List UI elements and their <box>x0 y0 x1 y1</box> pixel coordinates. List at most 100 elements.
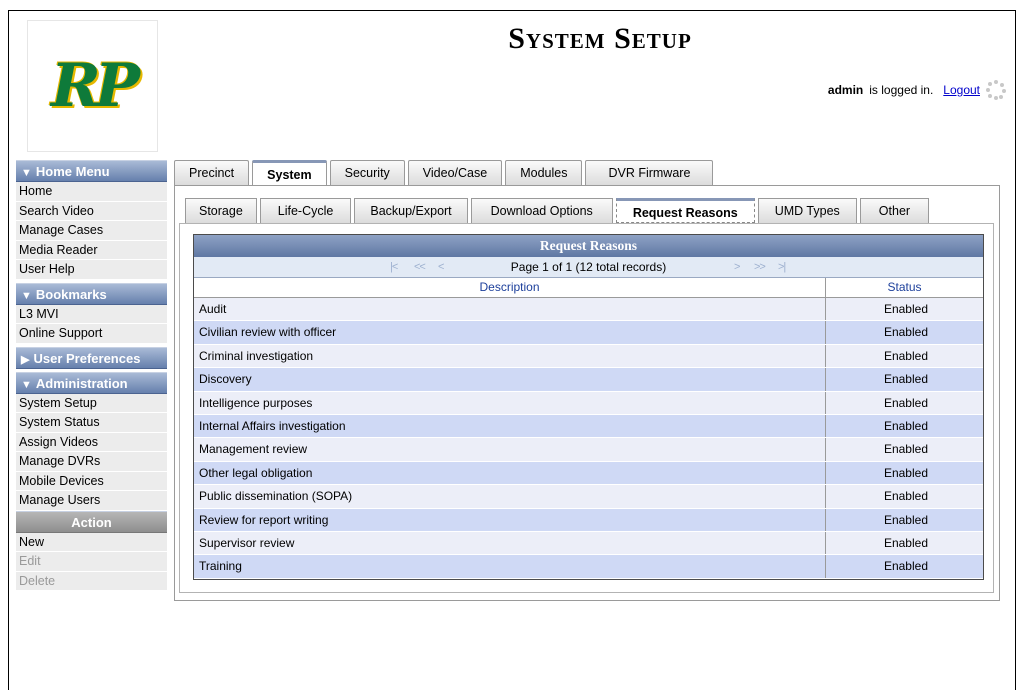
row-status: Enabled <box>883 535 928 550</box>
login-username: admin <box>827 83 864 97</box>
pager: |< << < Page 1 of 1 (12 total records) >… <box>194 257 983 278</box>
sub-tabs: Storage Life-Cycle Backup/Export Downloa… <box>185 198 932 223</box>
triangle-down-icon: ▼ <box>21 378 32 391</box>
row-status: Enabled <box>883 302 928 316</box>
user-preferences-title: User Preferences <box>33 350 141 366</box>
logout-link[interactable]: Logout <box>943 83 980 97</box>
tab-video-case[interactable]: Video/Case <box>407 160 503 185</box>
sidebar-item-home[interactable]: Home <box>16 182 167 202</box>
sidebar-item-manage-cases[interactable]: Manage Cases <box>16 221 167 241</box>
home-menu-title: Home Menu <box>35 164 110 179</box>
grid-title: Request Reasons <box>194 235 983 257</box>
tab-life-cycle[interactable]: Life-Cycle <box>259 198 352 223</box>
action-delete: Delete <box>16 571 167 591</box>
row-status: Enabled <box>883 489 928 504</box>
table-row[interactable]: Public dissemination (SOPA) Enabled <box>194 485 983 509</box>
row-description: Supervisor review <box>194 531 826 555</box>
triangle-down-icon: ▼ <box>21 289 32 302</box>
sidebar-item-system-setup[interactable]: System Setup <box>16 393 167 413</box>
row-status: Enabled <box>883 395 928 410</box>
administration-header[interactable]: ▼ Administration <box>16 371 167 394</box>
grid-body: Audit Enabled Civilian review with officer… <box>194 298 983 579</box>
sidebar-item-l3-mvi[interactable]: L3 MVI <box>16 304 167 324</box>
sidebar: ▼ Home Menu Home Search Video Manage Case… <box>16 160 167 591</box>
row-description: Civilian review with officer <box>194 321 826 344</box>
row-description: Public dissemination (SOPA) <box>194 485 826 508</box>
login-status: admin is logged in. Logout <box>828 80 1006 100</box>
column-header-description[interactable]: Description <box>194 278 826 297</box>
table-row[interactable]: Discovery Enabled <box>194 368 983 392</box>
tab-other[interactable]: Other <box>859 198 930 223</box>
tab-system[interactable]: System <box>252 160 327 186</box>
sidebar-item-search-video[interactable]: Search Video <box>16 201 167 221</box>
row-description: Intelligence purposes <box>194 391 826 414</box>
last-page-icon[interactable]: >| <box>778 257 786 277</box>
tab-security[interactable]: Security <box>329 160 405 185</box>
row-description: Review for report writing <box>194 508 826 531</box>
tab-dvr-firmware[interactable]: DVR Firmware <box>585 160 714 185</box>
table-row[interactable]: Audit Enabled <box>194 298 983 322</box>
row-status: Enabled <box>883 325 928 340</box>
row-description: Training <box>194 555 826 578</box>
sidebar-item-manage-dvrs[interactable]: Manage DVRs <box>16 452 167 472</box>
action-header: Action <box>16 510 167 533</box>
rp-logo: RP <box>27 20 158 152</box>
action-new[interactable]: New <box>16 532 167 552</box>
table-row[interactable]: Civilian review with officer Enabled <box>194 321 983 345</box>
request-reasons-grid: Request Reasons |< << < Page 1 of 1 (12 … <box>193 234 984 580</box>
pager-info: Page 1 of 1 (12 total records) <box>510 260 667 274</box>
row-status: Enabled <box>883 559 928 574</box>
sidebar-item-user-help[interactable]: User Help <box>16 260 167 280</box>
table-row[interactable]: Training Enabled <box>194 555 983 579</box>
tab-precinct[interactable]: Precinct <box>174 160 250 185</box>
row-status: Enabled <box>883 512 928 527</box>
row-status: Enabled <box>883 372 928 387</box>
tab-download-options[interactable]: Download Options <box>470 198 613 223</box>
sidebar-item-online-support[interactable]: Online Support <box>16 324 167 344</box>
row-status: Enabled <box>883 418 928 433</box>
table-row[interactable]: Criminal investigation Enabled <box>194 344 983 369</box>
administration-title: Administration <box>35 375 128 391</box>
triangle-right-icon: ▶ <box>21 353 30 366</box>
next-page-icon[interactable]: > <box>734 257 741 277</box>
grid-header-row: Description Status <box>194 278 983 298</box>
home-menu-header[interactable]: ▼ Home Menu <box>16 160 167 182</box>
tab-request-reasons[interactable]: Request Reasons <box>615 198 755 223</box>
row-status: Enabled <box>883 465 928 480</box>
user-preferences-header[interactable]: ▶ User Preferences <box>16 346 167 369</box>
tab-modules[interactable]: Modules <box>505 160 583 185</box>
column-header-status[interactable]: Status <box>826 278 983 297</box>
page-title: System Setup <box>508 22 692 55</box>
action-edit: Edit <box>16 552 167 572</box>
bookmarks-title: Bookmarks <box>35 286 107 302</box>
row-description: Other legal obligation <box>194 461 826 485</box>
table-row[interactable]: Intelligence purposes Enabled <box>194 391 983 415</box>
row-description: Management review <box>194 438 826 461</box>
tab-backup-export[interactable]: Backup/Export <box>354 198 468 223</box>
table-row[interactable]: Other legal obligation Enabled <box>194 461 983 486</box>
row-description: Audit <box>194 298 826 321</box>
sidebar-item-manage-users[interactable]: Manage Users <box>16 491 167 511</box>
row-description: Internal Affairs investigation <box>194 414 826 438</box>
triangle-down-icon: ▼ <box>21 167 32 179</box>
tab-storage[interactable]: Storage <box>185 198 257 223</box>
sidebar-item-assign-videos[interactable]: Assign Videos <box>16 432 167 452</box>
login-status-text: is logged in. <box>869 83 934 97</box>
table-row[interactable]: Internal Affairs investigation Enabled <box>194 414 983 439</box>
sidebar-item-mobile-devices[interactable]: Mobile Devices <box>16 471 167 491</box>
main-tabs: Precinct System Security Video/Case Modu… <box>174 160 716 186</box>
table-row[interactable]: Review for report writing Enabled <box>194 508 983 532</box>
tab-umd-types[interactable]: UMD Types <box>757 198 857 223</box>
row-description: Criminal investigation <box>194 344 826 368</box>
next-ten-pages-icon[interactable]: >> <box>754 257 766 277</box>
table-row[interactable]: Management review Enabled <box>194 438 983 462</box>
row-description: Discovery <box>194 368 826 391</box>
bookmarks-header[interactable]: ▼ Bookmarks <box>16 282 167 305</box>
sidebar-item-system-status[interactable]: System Status <box>16 413 167 433</box>
sidebar-item-media-reader[interactable]: Media Reader <box>16 240 167 260</box>
logo-text: RP <box>51 51 140 121</box>
row-status: Enabled <box>883 348 928 363</box>
table-row[interactable]: Supervisor review Enabled <box>194 531 983 556</box>
row-status: Enabled <box>883 442 928 457</box>
loading-spinner-icon <box>986 80 1006 100</box>
